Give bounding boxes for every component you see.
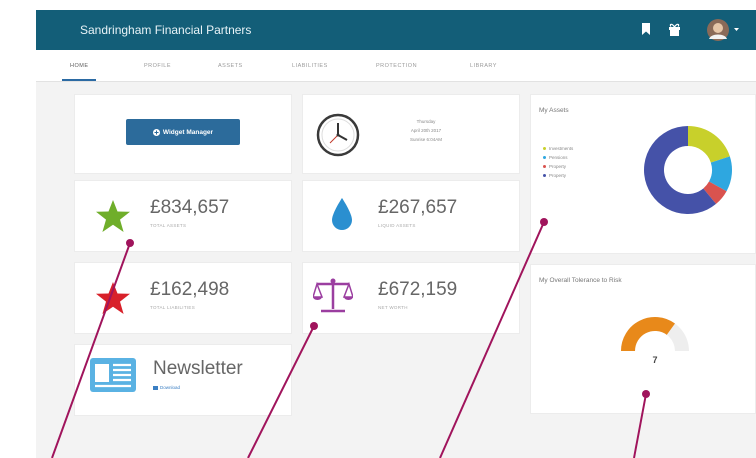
bookmark-icon[interactable] bbox=[641, 23, 651, 35]
star-icon bbox=[96, 282, 130, 314]
legend-label: Property bbox=[549, 164, 567, 169]
tab-protection[interactable]: PROTECTION bbox=[376, 63, 417, 69]
newspaper-icon bbox=[90, 358, 136, 392]
water-drop-icon bbox=[332, 198, 352, 230]
net-worth-value: £672,159 bbox=[378, 279, 458, 300]
donut-slice bbox=[688, 126, 730, 163]
tab-profile[interactable]: PROFILE bbox=[144, 63, 171, 69]
total-liabilities-value: £162,498 bbox=[150, 279, 230, 300]
active-tab-indicator bbox=[62, 79, 96, 81]
chevron-down-icon[interactable] bbox=[734, 28, 739, 32]
legend-item: Property bbox=[543, 164, 566, 169]
widget-manager-card: Widget Manager bbox=[74, 94, 292, 174]
legend-label: Property bbox=[549, 173, 567, 178]
top-bar: Sandringham Financial Partners bbox=[36, 10, 756, 50]
gauge-fill bbox=[621, 317, 675, 351]
legend-label: Investments bbox=[549, 146, 574, 151]
tab-liabilities[interactable]: LIABILITIES bbox=[292, 63, 328, 69]
net-worth-label: NET WORTH bbox=[378, 305, 408, 310]
legend-dot bbox=[543, 156, 546, 159]
star-icon bbox=[96, 200, 130, 232]
liquid-assets-label: LIQUID ASSETS bbox=[378, 223, 416, 228]
newsletter-title: Newsletter bbox=[153, 358, 243, 379]
legend-item: Property bbox=[543, 173, 566, 178]
widget-manager-button[interactable]: Widget Manager bbox=[126, 119, 240, 145]
clock-card: Thursday April 20th 2017 Sunrise 6:04AM bbox=[302, 94, 520, 174]
download-label: Download bbox=[160, 385, 181, 390]
liquid-assets-card: £267,657 LIQUID ASSETS bbox=[302, 180, 520, 252]
total-assets-card: £834,657 TOTAL ASSETS bbox=[74, 180, 292, 252]
widget-manager-label: Widget Manager bbox=[162, 128, 214, 136]
total-assets-label: TOTAL ASSETS bbox=[150, 223, 187, 228]
gift-icon[interactable] bbox=[668, 23, 681, 36]
brand-title: Sandringham Financial Partners bbox=[80, 23, 252, 37]
total-liabilities-label: TOTAL LIABILITIES bbox=[150, 305, 196, 310]
day-text: Thursday bbox=[416, 119, 436, 124]
tab-home[interactable]: HOME bbox=[70, 63, 89, 69]
my-assets-card: My Assets Investments Pensions Property … bbox=[530, 94, 756, 254]
my-assets-title: My Assets bbox=[539, 107, 569, 114]
newsletter-download-link[interactable]: Download bbox=[153, 385, 180, 390]
liquid-assets-value: £267,657 bbox=[378, 197, 458, 218]
assets-donut-chart bbox=[644, 126, 732, 214]
legend-dot bbox=[543, 165, 546, 168]
nav-tabs: HOME PROFILE ASSETS LIABILITIES PROTECTI… bbox=[36, 50, 756, 82]
tab-library[interactable]: LIBRARY bbox=[470, 63, 497, 69]
sunrise-text: Sunrise 6:04AM bbox=[409, 137, 443, 142]
total-liabilities-card: £162,498 TOTAL LIABILITIES bbox=[74, 262, 292, 334]
scales-icon bbox=[313, 278, 353, 313]
risk-title: My Overall Tolerance to Risk bbox=[539, 277, 622, 284]
legend-dot bbox=[543, 174, 546, 177]
legend-label: Pensions bbox=[549, 155, 568, 160]
newsletter-card[interactable]: Newsletter Download bbox=[74, 344, 292, 416]
net-worth-card: £672,159 NET WORTH bbox=[302, 262, 520, 334]
risk-card: My Overall Tolerance to Risk 7 bbox=[530, 264, 756, 414]
risk-gauge bbox=[621, 317, 689, 351]
clock-icon bbox=[316, 113, 360, 157]
download-icon bbox=[153, 385, 158, 390]
total-assets-value: £834,657 bbox=[150, 197, 230, 218]
avatar[interactable] bbox=[706, 18, 730, 42]
tab-assets[interactable]: ASSETS bbox=[218, 63, 243, 69]
plus-circle-icon bbox=[152, 128, 160, 136]
dashboard-app: Sandringham Financial Partners HOME PROF… bbox=[36, 10, 756, 458]
date-text: April 20th 2017 bbox=[410, 128, 442, 133]
legend-dot bbox=[543, 147, 546, 150]
legend-item: Investments bbox=[543, 146, 573, 151]
risk-value: 7 bbox=[652, 355, 658, 365]
legend-item: Pensions bbox=[543, 155, 568, 160]
